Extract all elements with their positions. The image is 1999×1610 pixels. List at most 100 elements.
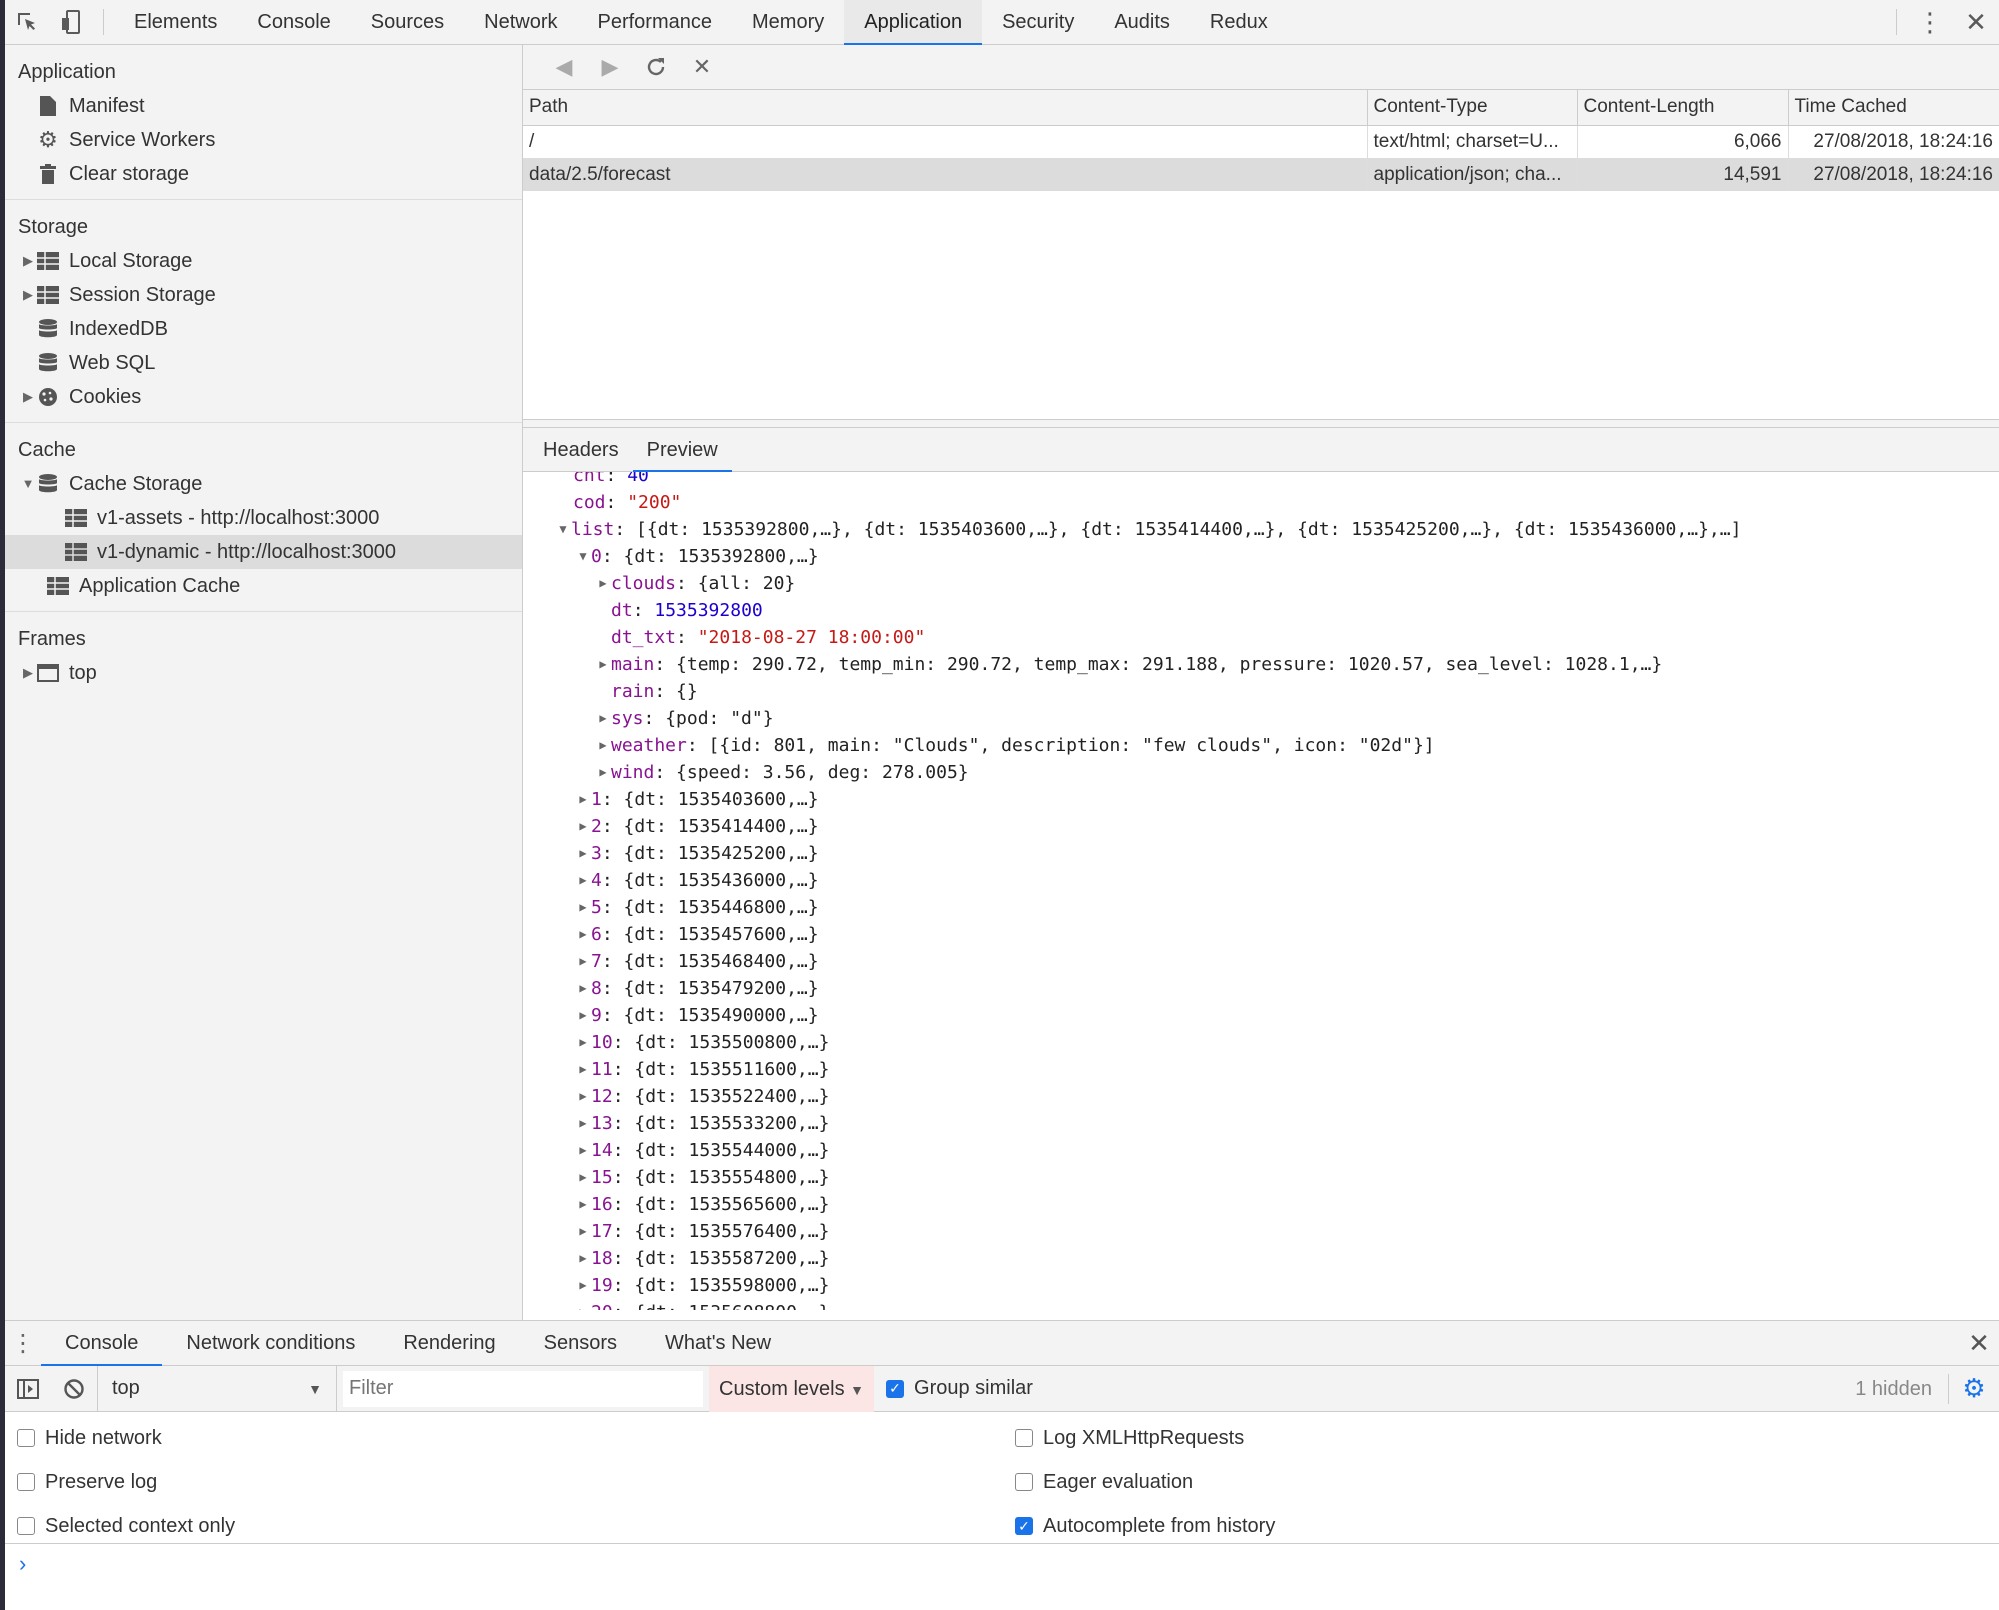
json-field-sys[interactable]: ▶ sys: {pod: "d"} [523, 705, 1999, 732]
next-page-icon[interactable]: ▶ [587, 45, 633, 90]
tab-elements[interactable]: Elements [114, 0, 237, 45]
collapse-arrow-icon[interactable]: ▼ [555, 516, 571, 543]
expand-arrow-icon[interactable]: ▶ [595, 759, 611, 786]
expand-arrow-icon[interactable]: ▶ [575, 1137, 591, 1164]
checkbox-icon[interactable] [1015, 1429, 1033, 1447]
table-row[interactable]: data/2.5/forecast application/json; cha.… [523, 158, 1999, 191]
tab-preview[interactable]: Preview [632, 428, 732, 472]
sidebar-item-service-workers[interactable]: ⚙ Service Workers [5, 123, 522, 157]
expand-arrow-icon[interactable]: ▶ [575, 867, 591, 894]
expand-arrow-icon[interactable]: ▶ [21, 278, 35, 312]
collapse-arrow-icon[interactable]: ▼ [21, 467, 35, 501]
sidebar-item-session-storage[interactable]: ▶ Session Storage [5, 278, 522, 312]
tab-performance[interactable]: Performance [578, 0, 733, 45]
sidebar-item-application-cache[interactable]: Application Cache [5, 569, 522, 603]
expand-arrow-icon[interactable]: ▶ [575, 921, 591, 948]
json-list-item[interactable]: ▶ 17: {dt: 1535576400,…} [523, 1218, 1999, 1245]
sidebar-item-frame-top[interactable]: ▶ top [5, 656, 522, 690]
expand-arrow-icon[interactable]: ▶ [595, 570, 611, 597]
tab-console[interactable]: Console [237, 0, 350, 45]
json-field-clouds[interactable]: ▶ clouds: {all: 20} [523, 570, 1999, 597]
sidebar-item-cache-storage[interactable]: ▼ Cache Storage [5, 467, 522, 501]
checkbox-checked-icon[interactable]: ✓ [886, 1379, 905, 1398]
tab-application[interactable]: Application [844, 0, 983, 45]
expand-arrow-icon[interactable]: ▶ [21, 380, 35, 414]
tab-network[interactable]: Network [464, 0, 577, 45]
json-list-item[interactable]: ▶ 10: {dt: 1535500800,…} [523, 1029, 1999, 1056]
tab-headers[interactable]: Headers [529, 428, 633, 472]
console-prompt[interactable]: › [5, 1544, 1999, 1584]
expand-arrow-icon[interactable]: ▶ [595, 651, 611, 678]
console-settings-gear-icon[interactable]: ⚙ [1949, 1373, 1999, 1404]
json-list-item[interactable]: ▶ 19: {dt: 1535598000,…} [523, 1272, 1999, 1299]
sidebar-item-clear-storage[interactable]: Clear storage [5, 157, 522, 191]
json-list-item[interactable]: ▶ 13: {dt: 1535533200,…} [523, 1110, 1999, 1137]
device-toolbar-icon[interactable] [49, 0, 93, 45]
refresh-icon[interactable] [633, 45, 679, 90]
checkbox-icon[interactable] [17, 1429, 35, 1447]
expand-arrow-icon[interactable]: ▶ [575, 1164, 591, 1191]
drawer-tab-sensors[interactable]: Sensors [520, 1321, 641, 1366]
expand-arrow-icon[interactable]: ▶ [595, 705, 611, 732]
json-list-item[interactable]: ▶ 18: {dt: 1535587200,…} [523, 1245, 1999, 1272]
column-path[interactable]: Path [523, 90, 1368, 126]
expand-arrow-icon[interactable]: ▶ [575, 1083, 591, 1110]
log-levels-dropdown[interactable]: Custom levels ▼ [709, 1365, 875, 1412]
json-list-item[interactable]: ▶ 14: {dt: 1535544000,…} [523, 1137, 1999, 1164]
json-field-main[interactable]: ▶ main: {temp: 290.72, temp_min: 290.72, … [523, 651, 1999, 678]
expand-arrow-icon[interactable]: ▶ [595, 732, 611, 759]
json-list-item[interactable]: ▶ 9: {dt: 1535490000,…} [523, 1002, 1999, 1029]
sidebar-item-manifest[interactable]: Manifest [5, 89, 522, 123]
expand-arrow-icon[interactable]: ▶ [575, 1218, 591, 1245]
json-list-item[interactable]: ▶ 12: {dt: 1535522400,…} [523, 1083, 1999, 1110]
json-list-item[interactable]: ▶20: {dt: 1535608800,…} [523, 1299, 1999, 1310]
expand-arrow-icon[interactable]: ▶ [575, 1029, 591, 1056]
context-selector[interactable]: top ▼ [97, 1365, 337, 1412]
json-list-item[interactable]: ▶ 2: {dt: 1535414400,…} [523, 813, 1999, 840]
json-list-item[interactable]: ▶ 7: {dt: 1535468400,…} [523, 948, 1999, 975]
inspect-element-icon[interactable] [5, 0, 49, 45]
expand-arrow-icon[interactable]: ▶ [21, 656, 35, 690]
json-line[interactable]: ▼ 0: {dt: 1535392800,…} [523, 543, 1999, 570]
checkbox-checked-icon[interactable]: ✓ [1015, 1517, 1033, 1535]
setting-autocomplete-from-history[interactable]: ✓ Autocomplete from history [1003, 1504, 1999, 1548]
checkbox-icon[interactable] [1015, 1473, 1033, 1491]
close-icon[interactable]: ✕ [1953, 0, 1999, 45]
collapse-arrow-icon[interactable]: ▼ [575, 543, 591, 570]
setting-preserve-log[interactable]: Preserve log [5, 1460, 1003, 1504]
setting-selected-context-only[interactable]: Selected context only [5, 1504, 1003, 1548]
sidebar-item-cache-v1-assets[interactable]: v1-assets - http://localhost:3000 [5, 501, 522, 535]
expand-arrow-icon[interactable]: ▶ [575, 813, 591, 840]
expand-arrow-icon[interactable]: ▶ [575, 1110, 591, 1137]
json-field-wind[interactable]: ▶ wind: {speed: 3.56, deg: 278.005} [523, 759, 1999, 786]
json-list-item[interactable]: ▶ 8: {dt: 1535479200,…} [523, 975, 1999, 1002]
drawer-tab-network-conditions[interactable]: Network conditions [162, 1321, 379, 1366]
expand-arrow-icon[interactable]: ▶ [575, 1245, 591, 1272]
sidebar-item-local-storage[interactable]: ▶ Local Storage [5, 244, 522, 278]
expand-arrow-icon[interactable]: ▶ [575, 1191, 591, 1218]
column-time-cached[interactable]: Time Cached [1788, 90, 1999, 126]
kebab-menu-icon[interactable]: ⋮ [1907, 0, 1953, 45]
json-line[interactable]: ▼ list: [{dt: 1535392800,…}, {dt: 1535403… [523, 516, 1999, 543]
drawer-tab-rendering[interactable]: Rendering [379, 1321, 519, 1366]
expand-arrow-icon[interactable]: ▶ [575, 786, 591, 813]
expand-arrow-icon[interactable]: ▶ [575, 840, 591, 867]
sidebar-item-cache-v1-dynamic[interactable]: v1-dynamic - http://localhost:3000 [5, 535, 522, 569]
checkbox-icon[interactable] [17, 1473, 35, 1491]
json-field-weather[interactable]: ▶ weather: [{id: 801, main: "Clouds", des… [523, 732, 1999, 759]
expand-arrow-icon[interactable]: ▶ [575, 1272, 591, 1299]
drawer-tab-console[interactable]: Console [41, 1321, 163, 1366]
checkbox-icon[interactable] [17, 1517, 35, 1535]
sidebar-item-cookies[interactable]: ▶ Cookies [5, 380, 522, 414]
expand-arrow-icon[interactable]: ▶ [575, 975, 591, 1002]
json-list-item[interactable]: ▶ 11: {dt: 1535511600,…} [523, 1056, 1999, 1083]
drawer-tab-what-s-new[interactable]: What's New [641, 1321, 795, 1366]
setting-eager-evaluation[interactable]: Eager evaluation [1003, 1460, 1999, 1504]
previous-page-icon[interactable]: ◀ [541, 45, 587, 90]
close-drawer-icon[interactable]: ✕ [1959, 1328, 1999, 1359]
expand-arrow-icon[interactable]: ▶ [575, 1299, 591, 1310]
tab-redux[interactable]: Redux [1190, 0, 1288, 45]
show-sidebar-icon[interactable] [5, 1366, 51, 1412]
tab-sources[interactable]: Sources [351, 0, 464, 45]
table-row[interactable]: / text/html; charset=U... 6,066 27/08/20… [523, 125, 1999, 158]
